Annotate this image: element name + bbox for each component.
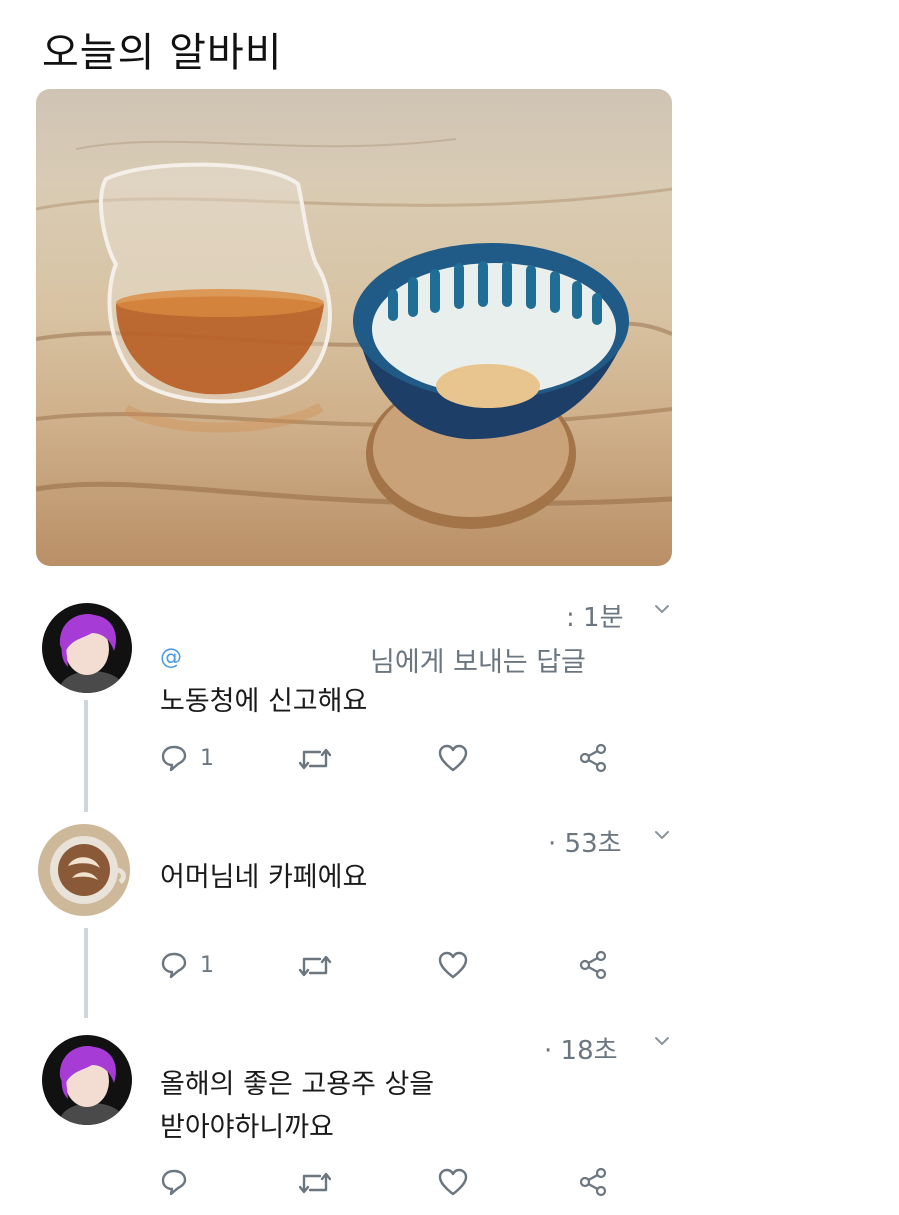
share-button[interactable]	[578, 950, 608, 980]
time-separator: :	[566, 603, 575, 633]
time-separator: ·	[548, 829, 557, 859]
chevron-down-icon[interactable]	[654, 830, 670, 840]
retweet-icon	[298, 955, 332, 977]
heart-icon	[438, 1168, 468, 1196]
reply-time: : 1분	[566, 597, 624, 634]
speech-bubble-icon	[161, 952, 187, 979]
avatar[interactable]	[38, 824, 130, 916]
share-button[interactable]	[578, 743, 608, 773]
thread-connector	[84, 700, 88, 812]
share-icon	[579, 950, 607, 980]
chevron-down-icon[interactable]	[654, 604, 670, 614]
post-title: 오늘의 알바비	[42, 30, 283, 76]
like-button[interactable]	[438, 951, 468, 979]
retweet-icon	[298, 1172, 332, 1194]
time-value: 53초	[564, 829, 622, 859]
reply-button[interactable]: 1	[160, 951, 214, 979]
reply-text: 노동청에 신고해요	[160, 686, 368, 717]
like-button[interactable]	[438, 744, 468, 772]
heart-icon	[438, 951, 468, 979]
retweet-button[interactable]	[298, 952, 332, 980]
avatar[interactable]	[42, 1035, 132, 1125]
share-button[interactable]	[578, 1167, 608, 1197]
reply-button[interactable]: 1	[160, 744, 214, 772]
reply-button[interactable]	[160, 1168, 200, 1196]
share-icon	[579, 743, 607, 773]
share-icon	[579, 1167, 607, 1197]
heart-icon	[438, 744, 468, 772]
retweet-button[interactable]	[298, 1169, 332, 1197]
mention-link[interactable]: @	[160, 645, 182, 670]
time-value: 18초	[560, 1036, 618, 1066]
thread-connector	[84, 928, 88, 1018]
time-separator: ·	[544, 1036, 553, 1066]
reply-text: 올해의 좋은 고용주 상을 받아야하니까요	[160, 1069, 435, 1143]
speech-bubble-icon	[161, 1169, 187, 1196]
reply-count: 1	[200, 952, 214, 978]
retweet-button[interactable]	[298, 745, 332, 773]
chevron-down-icon[interactable]	[654, 1036, 670, 1046]
tea-photo[interactable]	[36, 89, 672, 566]
time-value: 1분	[583, 603, 624, 633]
speech-bubble-icon	[161, 745, 187, 772]
tea-photo-illustration	[36, 138, 672, 529]
reply-time: · 18초	[544, 1030, 618, 1067]
avatar[interactable]	[42, 603, 132, 693]
like-button[interactable]	[438, 1168, 468, 1196]
reply-text: 어머님네 카페에요	[160, 862, 368, 893]
retweet-icon	[298, 748, 332, 770]
reply-count: 1	[200, 745, 214, 771]
reply-time: · 53초	[548, 823, 622, 860]
replying-to-label: 님에게 보내는 답글	[370, 647, 586, 678]
